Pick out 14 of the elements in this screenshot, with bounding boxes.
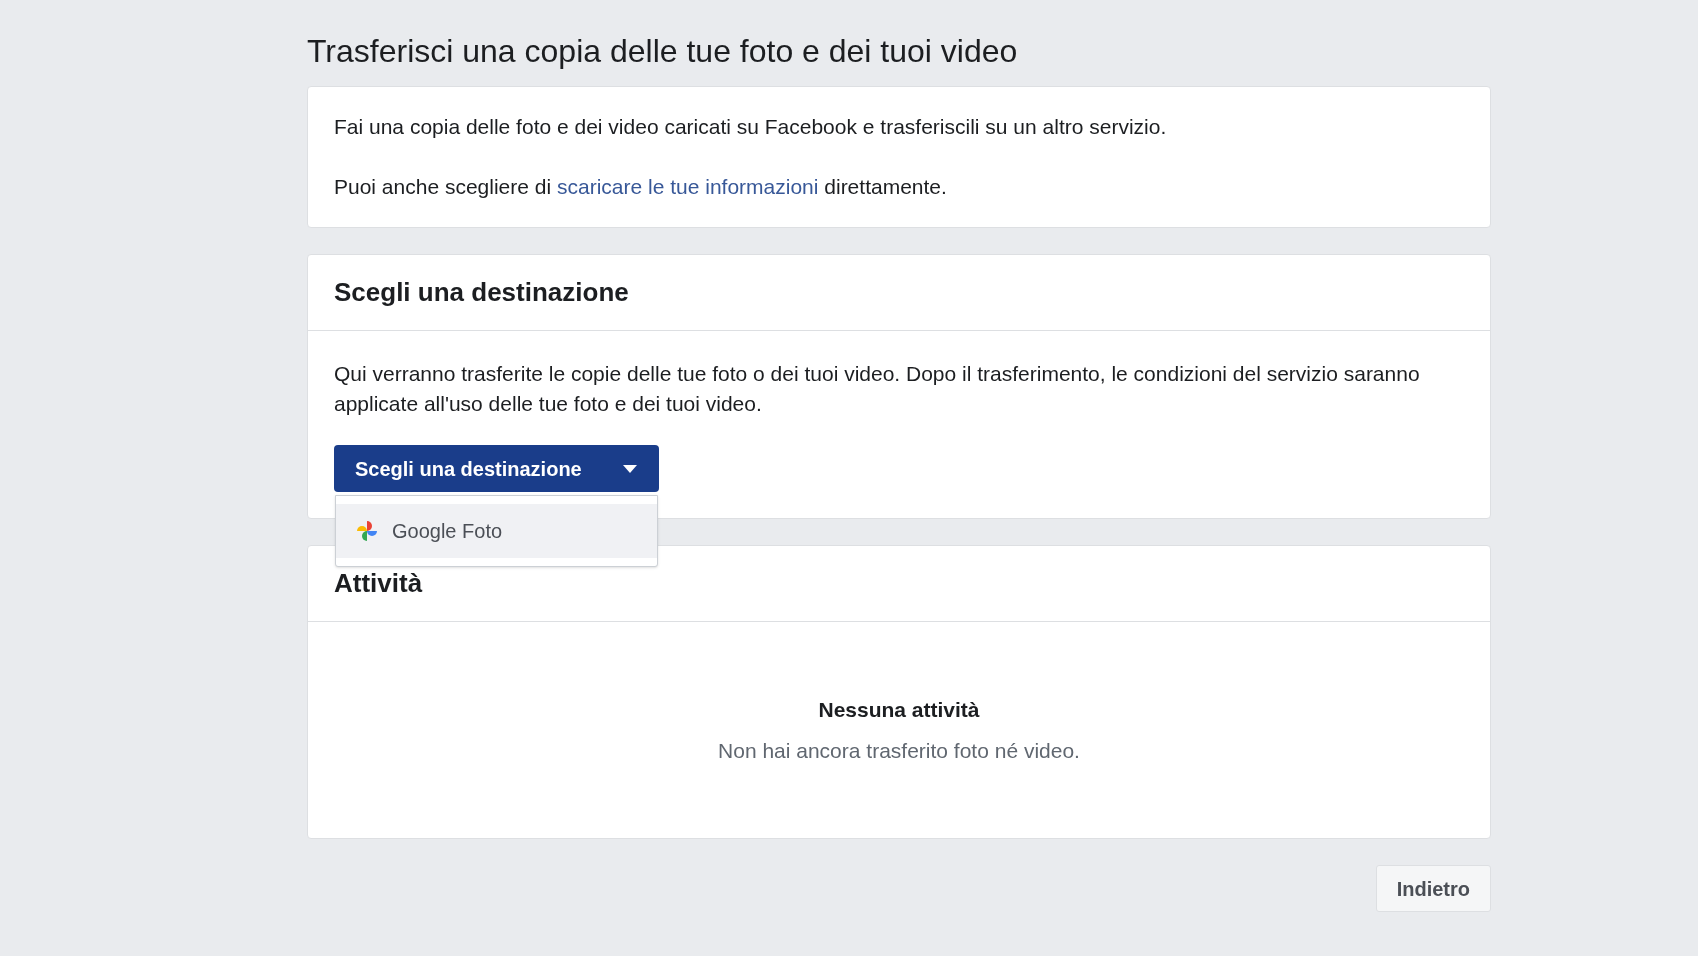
back-button[interactable]: Indietro	[1375, 865, 1491, 912]
pinwheel-icon	[356, 520, 378, 542]
download-info-text: Puoi anche scegliere di scaricare le tue informazioni direttamente.	[334, 174, 948, 200]
download-info-link[interactable]: scaricare le tue informazioni	[557, 175, 819, 198]
caret-icon	[622, 463, 638, 474]
destination-heading: Scegli una destinazione	[334, 276, 629, 309]
destination-description: Qui verranno trasferite le copie delle tue foto o dei tuoi video. Dopo il trasferimento, le condizioni del servizio saranno applicate all'uso delle tue foto e dei tuoi video.	[334, 361, 1421, 417]
empty-state-text: Non hai ancora trasferito foto né video.	[718, 738, 1080, 764]
empty-state-title: Nessuna attività	[818, 696, 980, 723]
page-title: Trasferisci una copia delle tue foto e dei tuoi video	[307, 32, 1019, 71]
intro-text: Fai una copia delle foto e dei video caricati su Facebook e trasferiscili su un altro servizio.	[334, 114, 1168, 140]
destination-dropdown[interactable]: Scegli una destinazione	[334, 445, 659, 492]
dropdown-option[interactable]: Google Foto	[336, 504, 657, 558]
activity-heading: Attività	[334, 567, 423, 600]
